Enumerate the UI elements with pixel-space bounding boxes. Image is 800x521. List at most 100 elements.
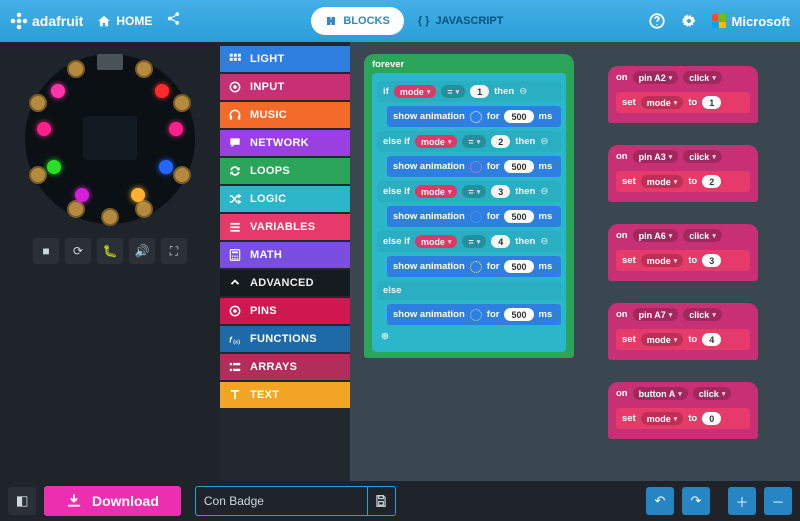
show-animation-block[interactable]: show animation for 500 ms xyxy=(387,106,561,127)
animation-icon[interactable] xyxy=(470,211,482,223)
value-input[interactable]: 0 xyxy=(702,412,721,425)
var-dropdown[interactable]: mode ▾ xyxy=(641,333,684,346)
var-dropdown[interactable]: mode ▾ xyxy=(415,185,458,198)
show-animation-block[interactable]: show animation for 500 ms xyxy=(387,156,561,177)
category-light[interactable]: LIGHT xyxy=(220,46,350,72)
if-row[interactable]: else ifmode ▾= ▾3then⊖ xyxy=(377,181,561,202)
save-project-button[interactable] xyxy=(367,487,395,515)
var-dropdown[interactable]: mode ▾ xyxy=(641,412,684,425)
category-input[interactable]: INPUT xyxy=(220,74,350,100)
blocks-canvas[interactable]: forever ifmode ▾= ▾1then⊖ show animation… xyxy=(350,42,800,481)
on-event-block[interactable]: on pin A2 ▾ click ▾ set mode ▾ to 1 xyxy=(608,66,758,123)
category-advanced[interactable]: ADVANCED xyxy=(220,270,350,296)
var-dropdown[interactable]: mode ▾ xyxy=(415,235,458,248)
var-dropdown[interactable]: mode ▾ xyxy=(641,96,684,109)
value-input[interactable]: 4 xyxy=(702,333,721,346)
action-dropdown[interactable]: click ▾ xyxy=(683,150,722,163)
ms-input[interactable]: 500 xyxy=(504,308,533,321)
if-row[interactable]: else ifmode ▾= ▾4then⊖ xyxy=(377,231,561,252)
category-variables[interactable]: VARIABLES xyxy=(220,214,350,240)
value-input[interactable]: 3 xyxy=(702,254,721,267)
animation-icon[interactable] xyxy=(470,111,482,123)
category-math[interactable]: MATH xyxy=(220,242,350,268)
set-variable-block[interactable]: set mode ▾ to 4 xyxy=(616,329,750,350)
category-loops[interactable]: LOOPS xyxy=(220,158,350,184)
on-event-block[interactable]: on pin A7 ▾ click ▾ set mode ▾ to 4 xyxy=(608,303,758,360)
redo-button[interactable]: ↷ xyxy=(682,487,710,515)
help-icon[interactable] xyxy=(648,12,666,30)
show-animation-block[interactable]: show animation for 500 ms xyxy=(387,256,561,277)
if-row[interactable]: else xyxy=(377,281,561,300)
op-dropdown[interactable]: = ▾ xyxy=(462,135,486,148)
brand-logo[interactable]: adafruit xyxy=(10,12,83,30)
action-dropdown[interactable]: click ▾ xyxy=(693,387,732,400)
value-input[interactable]: 1 xyxy=(702,96,721,109)
var-dropdown[interactable]: mode ▾ xyxy=(415,135,458,148)
value-input[interactable]: 3 xyxy=(491,185,510,198)
show-animation-block[interactable]: show animation for 500 ms xyxy=(387,206,561,227)
value-input[interactable]: 2 xyxy=(491,135,510,148)
microsoft-logo[interactable]: Microsoft xyxy=(712,14,791,29)
op-dropdown[interactable]: = ▾ xyxy=(462,185,486,198)
pin-dropdown[interactable]: pin A6 ▾ xyxy=(633,229,679,242)
category-network[interactable]: NETWORK xyxy=(220,130,350,156)
show-animation-block[interactable]: show animation for 500 ms xyxy=(387,304,561,325)
minus-icon[interactable]: ⊖ xyxy=(540,236,548,247)
set-variable-block[interactable]: set mode ▾ to 3 xyxy=(616,250,750,271)
zoom-in-button[interactable]: ＋ xyxy=(728,487,756,515)
action-dropdown[interactable]: click ▾ xyxy=(683,308,722,321)
value-input[interactable]: 2 xyxy=(702,175,721,188)
category-logic[interactable]: LOGIC xyxy=(220,186,350,212)
pin-dropdown[interactable]: button A ▾ xyxy=(633,387,688,400)
debug-button[interactable]: 🐛 xyxy=(97,238,123,264)
mute-button[interactable]: 🔊 xyxy=(129,238,155,264)
minus-icon[interactable]: ⊖ xyxy=(540,136,548,147)
collapse-sim-button[interactable]: ◧ xyxy=(8,487,36,515)
on-event-block[interactable]: on pin A6 ▾ click ▾ set mode ▾ to 3 xyxy=(608,224,758,281)
ms-input[interactable]: 500 xyxy=(504,160,533,173)
home-button[interactable]: HOME xyxy=(97,14,152,28)
stop-button[interactable]: ■ xyxy=(33,238,59,264)
share-button[interactable] xyxy=(166,11,181,31)
gear-icon[interactable] xyxy=(680,12,698,30)
var-dropdown[interactable]: mode ▾ xyxy=(641,175,684,188)
ms-input[interactable]: 500 xyxy=(504,110,533,123)
var-dropdown[interactable]: mode ▾ xyxy=(641,254,684,267)
fullscreen-button[interactable]: ⛶ xyxy=(161,238,187,264)
animation-icon[interactable] xyxy=(470,309,482,321)
download-button[interactable]: Download xyxy=(44,486,181,516)
category-pins[interactable]: PINS xyxy=(220,298,350,324)
minus-icon[interactable]: ⊖ xyxy=(519,86,527,97)
action-dropdown[interactable]: click ▾ xyxy=(683,229,722,242)
category-text[interactable]: TEXT xyxy=(220,382,350,408)
pin-dropdown[interactable]: pin A2 ▾ xyxy=(633,71,679,84)
circuit-board[interactable] xyxy=(25,54,195,224)
ms-input[interactable]: 500 xyxy=(504,210,533,223)
animation-icon[interactable] xyxy=(470,161,482,173)
pin-dropdown[interactable]: pin A7 ▾ xyxy=(633,308,679,321)
plus-icon[interactable]: ⊕ xyxy=(377,329,561,344)
ms-input[interactable]: 500 xyxy=(504,260,533,273)
forever-block[interactable]: forever ifmode ▾= ▾1then⊖ show animation… xyxy=(364,54,574,358)
op-dropdown[interactable]: = ▾ xyxy=(462,235,486,248)
value-input[interactable]: 1 xyxy=(470,85,489,98)
set-variable-block[interactable]: set mode ▾ to 1 xyxy=(616,92,750,113)
op-dropdown[interactable]: = ▾ xyxy=(441,85,465,98)
var-dropdown[interactable]: mode ▾ xyxy=(394,85,437,98)
undo-button[interactable]: ↶ xyxy=(646,487,674,515)
animation-icon[interactable] xyxy=(470,261,482,273)
on-event-block[interactable]: on pin A3 ▾ click ▾ set mode ▾ to 2 xyxy=(608,145,758,202)
tab-javascript[interactable]: { } JAVASCRIPT xyxy=(404,7,518,35)
category-music[interactable]: MUSIC xyxy=(220,102,350,128)
minus-icon[interactable]: ⊖ xyxy=(540,186,548,197)
set-variable-block[interactable]: set mode ▾ to 0 xyxy=(616,408,750,429)
set-variable-block[interactable]: set mode ▾ to 2 xyxy=(616,171,750,192)
if-row[interactable]: else ifmode ▾= ▾2then⊖ xyxy=(377,131,561,152)
project-name-input[interactable] xyxy=(196,494,367,508)
value-input[interactable]: 4 xyxy=(491,235,510,248)
on-event-block[interactable]: on button A ▾ click ▾ set mode ▾ to 0 xyxy=(608,382,758,439)
if-row[interactable]: ifmode ▾= ▾1then⊖ xyxy=(377,81,561,102)
action-dropdown[interactable]: click ▾ xyxy=(683,71,722,84)
tab-blocks[interactable]: BLOCKS xyxy=(311,7,403,35)
category-arrays[interactable]: ARRAYS xyxy=(220,354,350,380)
